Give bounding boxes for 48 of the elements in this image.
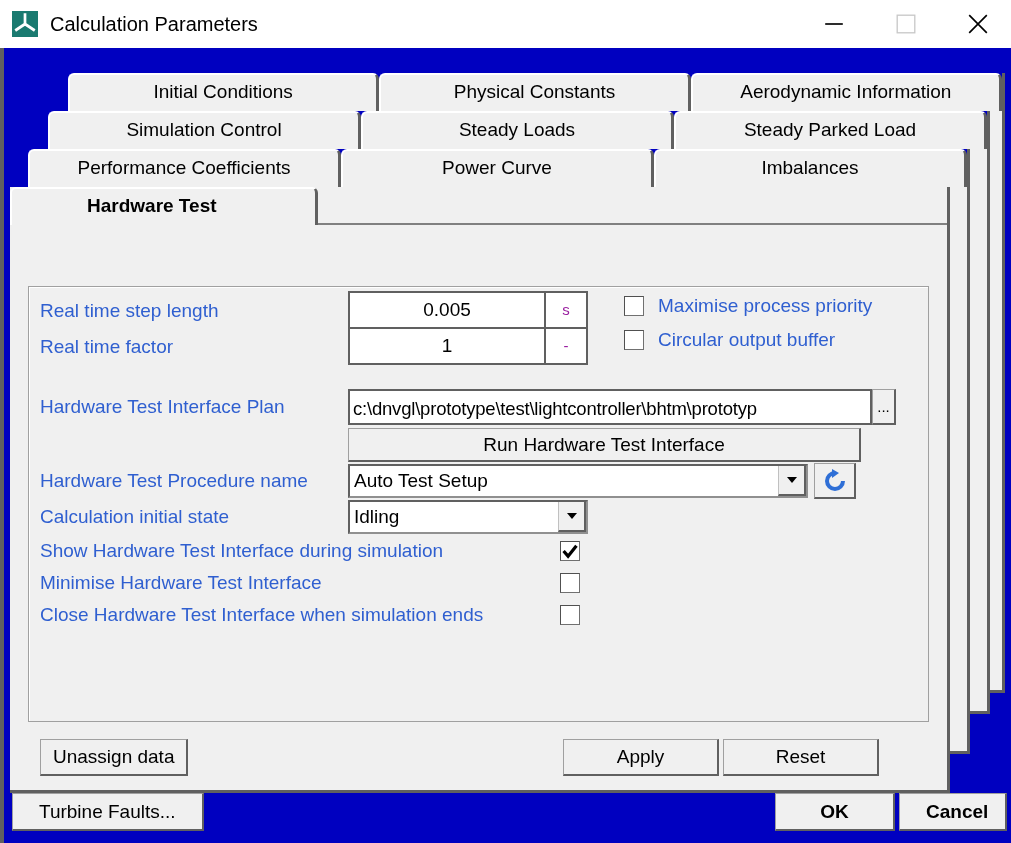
window-title: Calculation Parameters [50,12,259,36]
run-button[interactable]: Run Hardware Test Interface [348,428,861,462]
path-field[interactable]: c:\dnvgl\prototype\test\lightcontroller\bhtm\prototyp [348,389,872,425]
tab[interactable]: Initial Conditions [68,73,380,111]
field-label: Hardware Test Procedure name [40,470,309,492]
dialog-button[interactable]: Cancel [899,793,1007,831]
dialog-button[interactable]: OK [775,793,895,831]
checkbox[interactable] [624,296,644,316]
faults-button[interactable]: Turbine Faults... [12,793,204,831]
tab[interactable]: Hardware Test [10,187,318,225]
page-button[interactable]: Apply [563,739,719,776]
field-label: Real time factor [40,336,175,358]
tab[interactable]: Aerodynamic Information [690,73,1002,111]
tab[interactable]: Simulation Control [48,111,361,149]
app-icon [12,11,38,37]
option-label: Circular output buffer [658,329,836,351]
caret-icon [565,512,578,520]
option-label: Show Hardware Test Interface during simulation [40,540,445,562]
browse-button[interactable]: ... [872,389,896,425]
checkbox[interactable] [624,330,644,350]
checkbox[interactable] [560,541,580,561]
option-label: Minimise Hardware Test Interface [40,572,323,594]
unassign-button[interactable]: Unassign data [40,739,189,776]
close-icon[interactable] [967,13,989,35]
refresh-button[interactable] [814,463,856,499]
caret-icon [785,476,798,484]
tab[interactable]: Steady Parked Load [674,111,987,149]
option-label: Close Hardware Test Interface when simulation ends [40,604,485,626]
tab[interactable]: Performance Coefficients [28,149,341,187]
checkbox[interactable] [560,573,580,593]
dropdown[interactable]: Auto Test Setup [348,464,808,498]
refresh-icon [822,468,847,493]
input-field[interactable]: 0.005 [348,291,546,329]
option-label: Maximise process priority [658,295,873,317]
tab[interactable]: Imbalances [654,149,967,187]
checkbox[interactable] [560,605,580,625]
maximize-icon [895,13,917,35]
unit-label: s [546,291,588,329]
dropdown[interactable]: Idling [348,500,588,534]
field-label: Hardware Test Interface Plan [40,396,286,418]
field-label: Calculation initial state [40,506,231,528]
tab[interactable]: Power Curve [341,149,654,187]
tab[interactable]: Physical Constants [379,73,691,111]
page-button[interactable]: Reset [723,739,879,776]
input-field[interactable]: 1 [348,327,546,365]
field-label: Real time step length [40,300,220,322]
unit-label: - [546,327,588,365]
tab[interactable]: Steady Loads [361,111,674,149]
